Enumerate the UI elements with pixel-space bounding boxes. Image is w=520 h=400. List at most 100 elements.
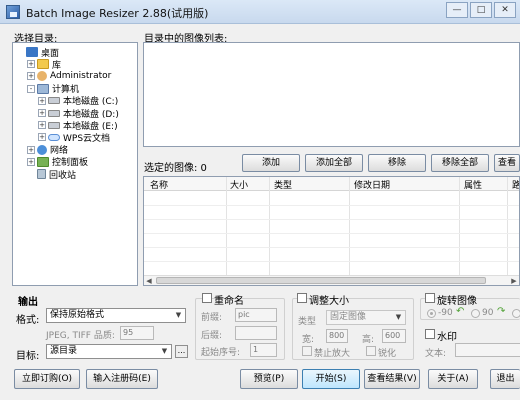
rename-checkbox[interactable] <box>202 293 212 303</box>
rotate-right-icon: ↷ <box>497 306 506 317</box>
height-input[interactable]: 600 <box>382 329 406 343</box>
scroll-right-icon[interactable]: ▶ <box>509 276 519 285</box>
expand-icon[interactable]: + <box>27 157 35 166</box>
sharpen-label: 锐化 <box>378 349 397 359</box>
maximize-button[interactable]: □ <box>470 2 492 18</box>
expand-icon[interactable]: + <box>38 109 46 117</box>
about-button[interactable]: 关于(A) <box>428 369 478 389</box>
grid-line <box>144 219 519 220</box>
enter-code-button[interactable]: 输入注册码(E) <box>86 369 158 389</box>
tree-item-label: WPS云文档 <box>63 133 111 144</box>
exit-button[interactable]: 退出 <box>490 369 520 389</box>
rotate-label: 旋转图像 <box>437 296 477 307</box>
sharpen-checkbox[interactable] <box>366 346 376 356</box>
browse-button[interactable]: ... <box>175 345 188 358</box>
target-label: 目标: <box>16 351 40 362</box>
tree-item-label: 桌面 <box>41 48 60 59</box>
rotate-checkbox[interactable] <box>425 293 435 303</box>
tree-item-label: 本地磁盘 (E:) <box>63 121 118 132</box>
scroll-left-icon[interactable]: ◀ <box>144 276 154 285</box>
recycle-bin-icon <box>37 169 46 179</box>
computer-icon <box>37 83 49 94</box>
expand-icon[interactable]: + <box>38 96 46 105</box>
column-attributes[interactable]: 属性 <box>464 178 482 191</box>
buy-now-button[interactable]: 立即订购(O) <box>14 369 80 389</box>
expand-icon[interactable]: + <box>38 121 46 130</box>
tree-item[interactable]: 桌面 <box>16 46 60 59</box>
tree-item[interactable]: + 库 <box>27 58 62 71</box>
tree-item[interactable]: + 本地磁盘 (E:) <box>38 119 118 132</box>
width-input[interactable]: 800 <box>326 329 348 343</box>
quality-input[interactable]: 95 <box>120 326 154 340</box>
close-button[interactable]: ✕ <box>494 2 516 18</box>
tree-item[interactable]: + 本地磁盘 (C:) <box>38 95 118 107</box>
preview-button[interactable]: 预览(P) <box>240 369 298 389</box>
target-select[interactable]: 源目录 ▼ <box>46 344 172 359</box>
suffix-input[interactable] <box>235 326 277 340</box>
no-enlarge-checkbox[interactable] <box>302 346 312 356</box>
desktop-icon <box>26 47 38 57</box>
no-enlarge-label: 禁止放大 <box>314 349 351 359</box>
expand-icon[interactable]: + <box>27 72 35 81</box>
output-label: 输出 <box>18 297 38 308</box>
tree-item[interactable]: + Administrator <box>27 70 111 82</box>
tree-item[interactable]: 回收站 <box>27 168 76 181</box>
window-controls: — □ ✕ <box>446 2 516 18</box>
remove-button[interactable]: 移除 <box>368 154 426 172</box>
tree-item[interactable]: + 网络 <box>27 144 68 156</box>
expand-icon[interactable]: + <box>38 133 46 142</box>
rotate-180-radio[interactable] <box>512 309 520 318</box>
grid-line <box>144 247 519 248</box>
remove-all-button[interactable]: 移除全部 <box>431 154 489 172</box>
start-number-input[interactable]: 1 <box>250 343 277 357</box>
collapse-icon[interactable]: - <box>27 84 35 93</box>
expand-icon[interactable]: + <box>27 145 35 154</box>
tree-item[interactable]: + WPS云文档 <box>38 131 111 144</box>
column-modified[interactable]: 修改日期 <box>354 178 390 191</box>
tree-item[interactable]: + 本地磁盘 (D:) <box>38 107 119 120</box>
column-size[interactable]: 大小 <box>230 178 248 191</box>
selected-images-label: 选定的图像: 0 <box>144 163 207 174</box>
format-value: 保持原始格式 <box>50 310 105 320</box>
add-all-button[interactable]: 添加全部 <box>305 154 363 172</box>
rotate-ccw-radio[interactable] <box>427 309 436 318</box>
resize-type-select[interactable]: 固定图像 ▼ <box>326 310 406 325</box>
column-type[interactable]: 类型 <box>274 178 292 191</box>
add-button[interactable]: 添加 <box>242 154 300 172</box>
grid-line <box>144 205 519 206</box>
resize-checkbox[interactable] <box>297 293 307 303</box>
horizontal-scrollbar[interactable]: ◀ ▶ <box>144 275 519 285</box>
column-separator <box>349 177 350 285</box>
scrollbar-thumb[interactable] <box>156 277 486 284</box>
prefix-label: 前缀: <box>201 313 223 323</box>
column-separator <box>459 177 460 285</box>
view-button[interactable]: 查看 <box>494 154 520 172</box>
image-list[interactable] <box>143 42 520 147</box>
prefix-input[interactable]: pic <box>235 308 277 322</box>
rotate-cw-radio[interactable] <box>471 309 480 318</box>
expand-icon[interactable]: + <box>27 60 35 69</box>
format-select[interactable]: 保持原始格式 ▼ <box>46 308 186 323</box>
directory-tree[interactable]: 桌面 + 库 + Administrator - 计算机 + 本地磁盘 (C:) + 本地磁盘 (D… <box>12 42 138 286</box>
tree-item[interactable]: - 计算机 <box>27 83 79 95</box>
view-results-button[interactable]: 查看结果(V) <box>364 369 420 389</box>
drive-icon <box>48 109 60 117</box>
column-separator <box>507 177 508 285</box>
expand-icon <box>16 48 24 56</box>
start-button[interactable]: 开始(S) <box>302 369 360 389</box>
resize-label: 调整大小 <box>309 296 349 307</box>
tree-item-label: 网络 <box>50 146 69 157</box>
target-value: 源目录 <box>50 346 78 356</box>
watermark-text-input[interactable] <box>455 343 520 357</box>
minimize-button[interactable]: — <box>446 2 468 18</box>
column-path[interactable]: 路 <box>512 178 519 191</box>
rename-label: 重命名 <box>214 296 244 307</box>
column-name[interactable]: 名称 <box>150 178 168 191</box>
tree-item-label: 库 <box>52 60 62 71</box>
tree-item-label: 计算机 <box>52 85 80 96</box>
watermark-checkbox[interactable] <box>425 329 435 339</box>
selected-images-grid[interactable]: 名称 大小 类型 修改日期 属性 路 ◀ ▶ <box>143 176 520 286</box>
tree-item-label: Administrator <box>50 71 112 82</box>
user-icon <box>37 71 47 82</box>
tree-item[interactable]: + 控制面板 <box>27 156 88 168</box>
